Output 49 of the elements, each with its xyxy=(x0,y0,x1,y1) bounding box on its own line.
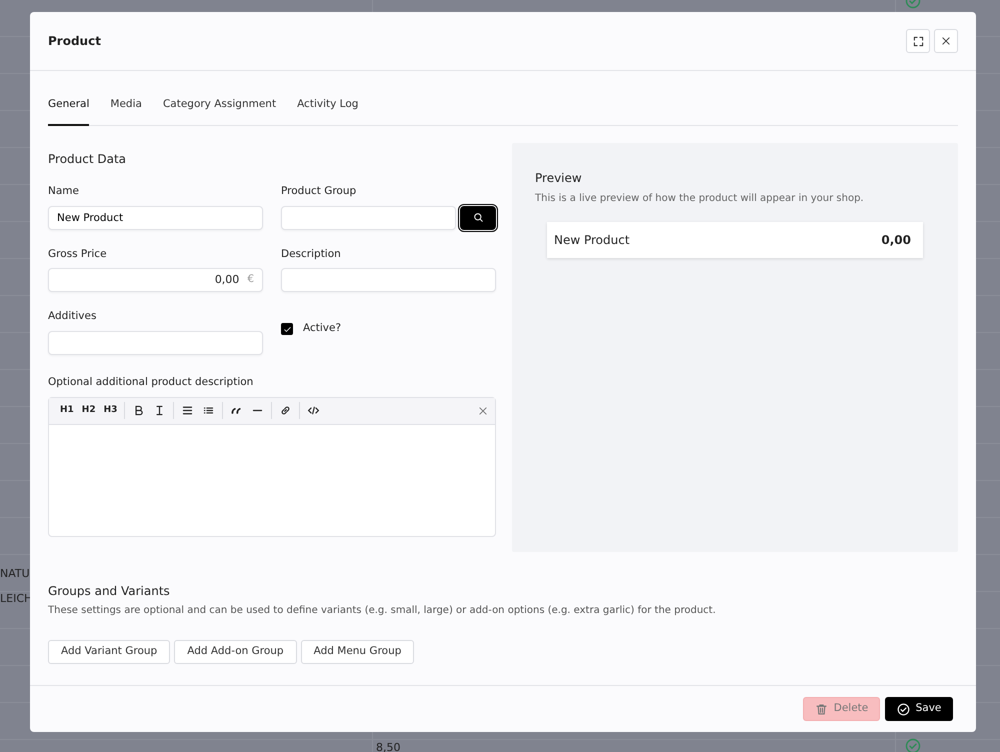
list-icon xyxy=(181,404,194,418)
close-button[interactable] xyxy=(934,29,958,53)
search-button[interactable] xyxy=(460,206,496,230)
product-price: 0,00 xyxy=(881,232,911,249)
text-editor[interactable]: H1 H2 H3 xyxy=(48,396,496,537)
product-group-field[interactable] xyxy=(281,206,456,230)
heading-button[interactable]: H3 xyxy=(100,402,120,420)
price-field[interactable]: 0,00 € xyxy=(48,268,263,292)
tab[interactable]: General xyxy=(48,91,90,126)
link-icon xyxy=(279,404,292,418)
add-group-button[interactable]: Add Add-on Group xyxy=(174,640,297,664)
description-field[interactable] xyxy=(281,268,496,292)
add-group-button[interactable]: Add Menu Group xyxy=(300,640,414,664)
expand-icon xyxy=(912,36,924,46)
code-icon xyxy=(307,404,320,418)
currency-label: € xyxy=(247,272,254,288)
section-title: Product Data xyxy=(48,150,128,168)
field-label: Name xyxy=(48,184,80,199)
add-group-button[interactable]: Add Variant Group xyxy=(48,640,170,664)
trash-icon xyxy=(814,702,828,716)
dialog-title: Product xyxy=(48,33,101,50)
checkbox-label: Active? xyxy=(303,321,342,336)
field-label: Additives xyxy=(48,309,98,324)
section-description: These settings are optional and can be used to define variants (e.g. small, large) or add-on options (e.g. extra garlic) for the product. xyxy=(48,604,717,618)
heading-button[interactable]: H2 xyxy=(78,402,99,420)
check-circle-icon xyxy=(896,702,910,716)
field-label: Description xyxy=(281,246,342,262)
check-icon xyxy=(282,324,292,334)
close-icon xyxy=(478,406,488,416)
preview-title: Preview xyxy=(535,170,583,187)
fullscreen-button[interactable] xyxy=(906,29,930,53)
heading-button[interactable]: H1 xyxy=(57,402,77,420)
search-icon xyxy=(472,212,484,223)
tab[interactable]: Category Assignment xyxy=(162,91,276,126)
preview-description: This is a live preview of how the product will appear in your shop. xyxy=(535,192,865,206)
field-label: Optional additional product description xyxy=(48,375,254,390)
tab[interactable]: Activity Log xyxy=(297,91,358,126)
table-cell-text: NATU xyxy=(0,566,30,582)
name-field[interactable]: New Product xyxy=(48,206,263,230)
field-label: Product Group xyxy=(281,184,358,199)
table-cell: 8,50 xyxy=(376,740,400,752)
save-button[interactable]: Save xyxy=(885,697,953,721)
product-name: New Product xyxy=(554,232,630,249)
additives-field[interactable] xyxy=(48,331,263,355)
checkbox[interactable] xyxy=(281,323,293,336)
close-icon xyxy=(941,36,951,46)
section-title: Groups and Variants xyxy=(48,582,171,600)
field-label: Gross Price xyxy=(48,246,108,262)
tab[interactable]: Media xyxy=(110,91,142,126)
